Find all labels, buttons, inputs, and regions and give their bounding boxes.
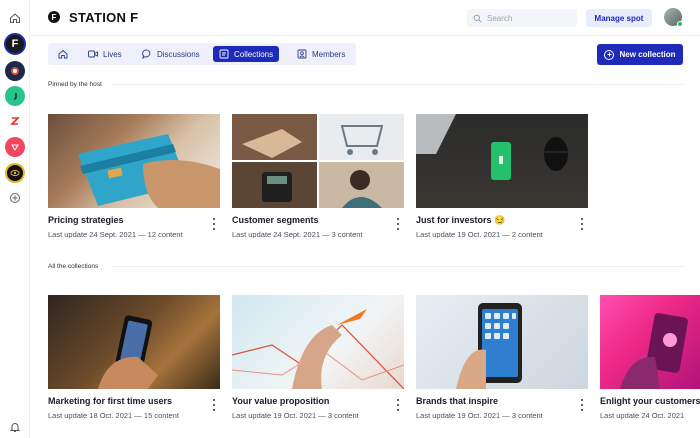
card-meta: Last update 19 Oct. 2021 — 3 content — [416, 411, 543, 420]
collection-thumbnail — [416, 114, 588, 208]
more-options-icon[interactable] — [580, 218, 584, 230]
collection-thumbnail — [600, 295, 700, 389]
tab-members-label: Members — [312, 49, 346, 59]
collection-card-value[interactable]: Your value proposition Last update 19 Oc… — [232, 295, 404, 425]
top-header: F STATION F Manage spot — [30, 0, 700, 36]
search-icon — [473, 14, 482, 22]
avatar[interactable] — [664, 8, 683, 27]
divider — [111, 266, 685, 267]
more-options-icon[interactable] — [396, 399, 400, 411]
card-meta: Last update 24 Oct. 2021 — [600, 411, 685, 420]
tab-discussions-label: Discussions — [157, 49, 200, 59]
search-input[interactable] — [487, 13, 567, 23]
notifications-bell-icon[interactable] — [5, 417, 25, 437]
collection-card-investors[interactable]: Just for investors 😏 Last update 19 Oct.… — [416, 114, 588, 244]
station-f-letter: F — [11, 38, 19, 50]
video-icon — [88, 50, 98, 58]
card-title: Just for investors 😏 — [416, 215, 506, 225]
brand-letter: F — [51, 12, 57, 22]
manage-spot-button[interactable]: Manage spot — [586, 9, 652, 27]
collection-thumbnail — [48, 114, 220, 208]
brand-logo: F — [48, 11, 60, 23]
online-status-dot — [677, 21, 683, 27]
card-meta: Last update 19 Oct. 2021 — 3 content — [232, 411, 359, 420]
add-community-icon[interactable] — [5, 188, 25, 208]
search-box[interactable] — [467, 9, 577, 27]
divider — [112, 84, 685, 85]
card-title: Customer segments — [232, 215, 319, 225]
new-collection-label: New collection — [619, 50, 676, 59]
more-options-icon[interactable] — [580, 399, 584, 411]
card-title: Your value proposition — [232, 396, 330, 406]
community-4-icon[interactable] — [5, 111, 25, 131]
card-meta: Last update 24 Sept. 2021 — 3 content — [232, 230, 363, 239]
home-tab-icon — [58, 49, 68, 59]
station-f-community-icon[interactable]: F — [4, 33, 26, 55]
collection-card-brands[interactable]: Brands that inspire Last update 19 Oct. … — [416, 295, 588, 425]
collection-card-marketing[interactable]: Marketing for first time users Last upda… — [48, 295, 220, 425]
collection-thumbnail — [48, 295, 220, 389]
more-options-icon[interactable] — [396, 218, 400, 230]
card-meta: Last update 19 Oct. 2021 — 2 content — [416, 230, 543, 239]
collection-thumbnail — [416, 295, 588, 389]
collection-card-segments[interactable]: Customer segments Last update 24 Sept. 2… — [232, 114, 404, 244]
more-options-icon[interactable] — [212, 218, 216, 230]
plus-icon: + — [604, 49, 615, 60]
community-3-icon[interactable] — [5, 86, 25, 106]
card-meta: Last update 24 Sept. 2021 — 12 content — [48, 230, 183, 239]
community-2-icon[interactable] — [5, 61, 25, 81]
card-title: Enlight your customers — [600, 396, 700, 406]
page-title: STATION F — [69, 10, 139, 25]
new-collection-button[interactable]: + New collection — [597, 44, 683, 65]
tab-lives-label: Lives — [103, 49, 122, 59]
collection-thumbnail — [232, 295, 404, 389]
card-title: Marketing for first time users — [48, 396, 173, 406]
card-meta: Last update 18 Oct. 2021 — 15 content — [48, 411, 179, 420]
tab-lives[interactable]: Lives — [82, 46, 128, 62]
all-collections-section-label: All the collections — [48, 263, 99, 270]
more-options-icon[interactable] — [212, 399, 216, 411]
tab-members[interactable]: Members — [291, 46, 351, 62]
community-5-icon[interactable] — [5, 137, 25, 157]
community-rail: F — [0, 0, 30, 438]
pinned-section-label: Pinned by the host — [48, 81, 102, 88]
tab-collections-label: Collections — [234, 49, 274, 59]
collection-card-pricing[interactable]: Pricing strategies Last update 24 Sept. … — [48, 114, 220, 244]
collection-card-enlight[interactable]: Enlight your customers Last update 24 Oc… — [600, 295, 700, 425]
collection-tabs: Lives Discussions Collections Members — [48, 43, 356, 65]
home-icon[interactable] — [5, 8, 25, 28]
tab-discussions[interactable]: Discussions — [136, 46, 206, 62]
tab-home[interactable] — [52, 46, 79, 62]
chat-bubble-icon — [142, 49, 151, 59]
community-6-icon[interactable] — [5, 163, 25, 183]
collection-thumbnail — [232, 114, 404, 208]
tab-collections[interactable]: Collections — [213, 46, 280, 62]
members-icon — [297, 49, 307, 59]
collection-icon — [219, 49, 229, 59]
card-title: Pricing strategies — [48, 215, 124, 225]
card-title: Brands that inspire — [416, 396, 499, 406]
